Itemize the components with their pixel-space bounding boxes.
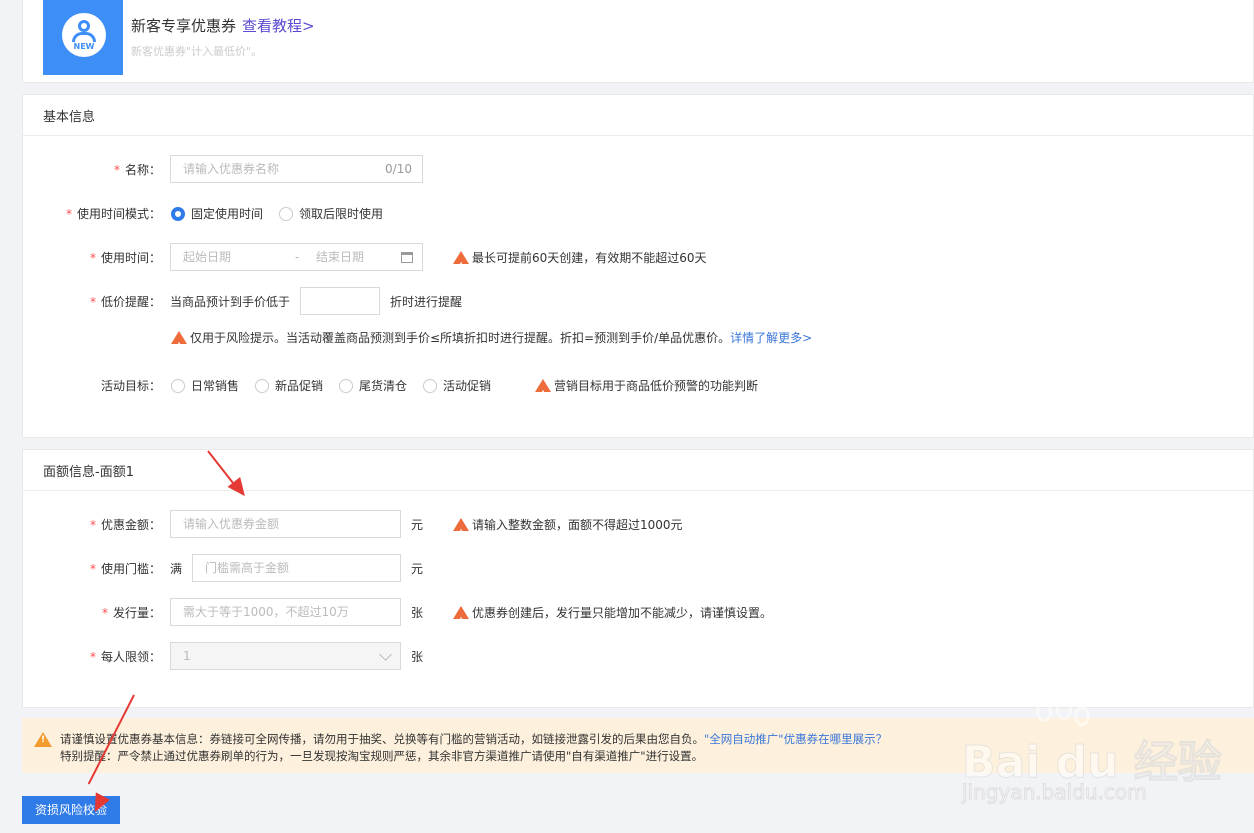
threshold-prefix: 满 <box>170 562 183 576</box>
goal-label: 活动目标： <box>100 379 161 393</box>
warning-icon <box>535 379 551 410</box>
watermark-url: jingyan.baidu.com <box>962 780 1148 805</box>
section-title-amount: 面额信息-面额1 <box>43 465 134 480</box>
chevron-down-icon <box>379 648 392 661</box>
new-user-icon: NEW <box>62 13 106 57</box>
discount-warning: 请输入整数金额，面额不得超过1000元 <box>453 510 683 549</box>
goal-row: 活动目标： 日常销售 新品促销 尾货清仓 活动促销 营销目标用于商品低价预警的功… <box>23 371 1253 410</box>
radio-daily-sales[interactable]: 日常销售 <box>171 371 239 401</box>
use-time-row: *使用时间： 起始日期 - 结束日期 最长可提前60天创建，有效期不能超过60天 <box>23 243 1253 282</box>
divider <box>23 135 1253 136</box>
learn-more-link[interactable]: 详情了解更多> <box>730 331 812 345</box>
divider <box>23 490 1253 491</box>
low-price-warning-row: 仅用于风险提示。当活动覆盖商品预测到手价≤所填折扣时进行提醒。折扣=预测到手价/… <box>23 323 1253 362</box>
section-title-basic: 基本信息 <box>43 110 96 125</box>
time-mode-label: * 使用时间模式： <box>65 207 161 221</box>
discount-label: * 优惠金额： <box>89 518 161 532</box>
time-mode-row: * 使用时间模式： 固定使用时间 领取后限时使用 <box>23 199 1253 229</box>
notice-line-2: 特别提醒：严令禁止通过优惠券刷单的行为，一旦发现按淘宝规则严惩，其余非官方渠道推… <box>60 749 704 763</box>
baidu-watermark: Bai du 经验 jingyan.baidu.com <box>958 700 1222 810</box>
basic-info-section: 基本信息 * 名称： 请输入优惠券名称 0/10 * 使用时间模式： 固定使用时间 … <box>22 94 1254 438</box>
threshold-unit: 元 <box>411 562 424 576</box>
threshold-label: * 使用门槛： <box>89 562 161 576</box>
issue-quantity-input[interactable]: 需大于等于1000，不超过10万 <box>170 598 401 626</box>
name-char-counter: 0/10 <box>385 162 412 176</box>
coupon-name-input[interactable]: 请输入优惠券名称 0/10 <box>170 155 423 183</box>
issue-warning: 优惠券创建后，发行量只能增加不能减少，请谨慎设置。 <box>453 598 772 637</box>
notice-line-1: 请谨慎设置优惠券基本信息：券链接可全网传播，请勿用于抽奖、兑换等有门槛的营销活动… <box>60 732 888 746</box>
warning-icon <box>171 331 187 362</box>
radio-clearance[interactable]: 尾货清仓 <box>339 371 407 401</box>
discount-row: *优惠金额： 请输入优惠券金额 元 请输入整数金额，面额不得超过1000元 <box>23 510 1253 549</box>
threshold-row: * 使用门槛： 满 门槛需高于金额 元 <box>23 554 1253 584</box>
amount-info-section: 面额信息-面额1 *优惠金额： 请输入优惠券金额 元 请输入整数金额，面额不得超… <box>22 449 1254 708</box>
issue-row: *发行量： 需大于等于1000，不超过10万 张 优惠券创建后，发行量只能增加不… <box>23 598 1253 637</box>
threshold-input[interactable]: 门槛需高于金额 <box>192 554 401 582</box>
limit-row: * 每人限领： 1 张 <box>23 642 1253 672</box>
use-time-warning: 最长可提前60天创建，有效期不能超过60天 <box>453 243 707 282</box>
low-price-label: * 低价提醒： <box>89 295 161 309</box>
issue-unit: 张 <box>411 606 424 620</box>
radio-limited-after-claim[interactable]: 领取后限时使用 <box>279 199 383 229</box>
low-price-warning: 仅用于风险提示。当活动覆盖商品预测到手价≤所填折扣时进行提醒。折扣=预测到手价/… <box>171 323 812 362</box>
end-date-placeholder: 结束日期 <box>316 250 365 264</box>
limit-label: * 每人限领： <box>89 650 161 664</box>
new-badge-text: NEW <box>73 42 95 51</box>
new-customer-badge: NEW <box>43 0 123 75</box>
discount-amount-input[interactable]: 请输入优惠券金额 <box>170 510 401 538</box>
promo-title: 新客专享优惠券 <box>131 17 237 35</box>
issue-label: * 发行量： <box>101 606 161 620</box>
goal-warning: 营销目标用于商品低价预警的功能判断 <box>535 371 758 410</box>
use-time-label: * 使用时间： <box>89 251 161 265</box>
warning-icon <box>453 518 469 549</box>
auto-promo-link[interactable]: "全网自动推广"优惠券在哪里展示？ <box>704 732 887 746</box>
limit-unit: 张 <box>411 650 424 664</box>
warning-icon <box>453 251 469 282</box>
date-range-picker[interactable]: 起始日期 - 结束日期 <box>170 243 423 271</box>
warning-icon <box>453 606 469 637</box>
per-person-limit-select[interactable]: 1 <box>170 642 401 670</box>
warning-icon <box>34 732 52 747</box>
promo-subtitle: 新客优惠券"计入最低价"。 <box>131 45 263 58</box>
view-tutorial-link[interactable]: 查看教程> <box>242 17 315 35</box>
discount-unit: 元 <box>411 518 424 532</box>
low-price-suffix: 折时进行提醒 <box>390 295 463 309</box>
promo-title-line: 新客专享优惠券 查看教程> <box>131 15 315 36</box>
name-label: * 名称： <box>113 163 161 177</box>
name-row: * 名称： 请输入优惠券名称 0/10 <box>23 155 1253 185</box>
low-price-row: * 低价提醒： 当商品预计到手价低于 折时进行提醒 <box>23 287 1253 317</box>
radio-event-promo[interactable]: 活动促销 <box>423 371 491 401</box>
calendar-icon <box>401 252 413 263</box>
discount-threshold-input[interactable] <box>300 287 380 315</box>
low-price-prefix: 当商品预计到手价低于 <box>170 295 291 309</box>
radio-fixed-time[interactable]: 固定使用时间 <box>171 199 263 229</box>
new-customer-coupon-card: NEW 新客专享优惠券 查看教程> 新客优惠券"计入最低价"。 <box>22 0 1254 83</box>
date-separator: - <box>295 250 300 264</box>
radio-new-product[interactable]: 新品促销 <box>255 371 323 401</box>
start-date-placeholder: 起始日期 <box>183 250 232 264</box>
